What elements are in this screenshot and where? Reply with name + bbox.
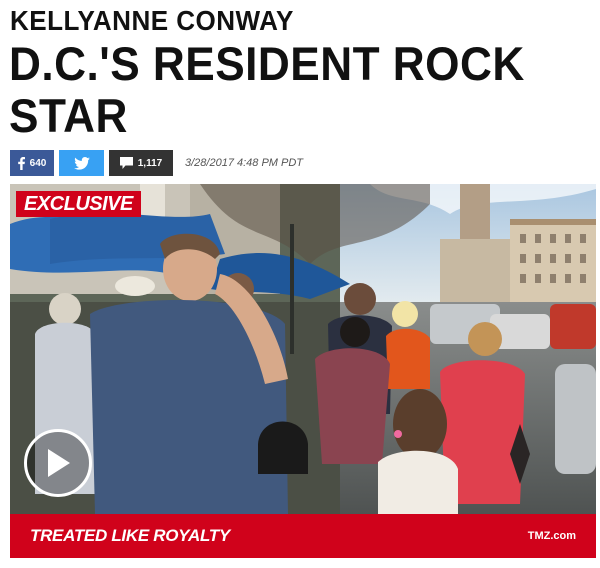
share-bar: 640 1,117 3/28/2017 4:48 PM PDT	[10, 150, 303, 176]
article-headline: D.C.'S RESIDENT ROCK STAR	[9, 38, 599, 142]
video-source-label: TMZ.com	[527, 530, 576, 542]
exclusive-badge: EXCLUSIVE	[16, 191, 141, 217]
video-player[interactable]: EXCLUSIVE TREATED LIKE ROYALTY TMZ.com	[10, 184, 596, 558]
comments-button[interactable]: 1,117	[109, 150, 173, 176]
video-thumbnail	[10, 184, 596, 514]
video-caption: TREATED LIKE ROYALTY	[30, 526, 230, 545]
video-caption-bar: TREATED LIKE ROYALTY TMZ.com	[10, 514, 596, 558]
twitter-icon	[73, 156, 90, 170]
facebook-share-button[interactable]: 640	[10, 150, 54, 176]
publish-timestamp: 3/28/2017 4:48 PM PDT	[185, 157, 304, 169]
article-kicker: KELLYANNE CONWAY	[10, 5, 294, 36]
headline-line-2: STAR	[9, 89, 128, 142]
play-icon	[48, 449, 70, 477]
facebook-icon	[17, 156, 25, 170]
facebook-share-count: 640	[29, 157, 47, 169]
comment-icon	[119, 157, 133, 169]
comments-count: 1,117	[137, 157, 163, 169]
twitter-share-button[interactable]	[59, 150, 104, 176]
play-button[interactable]	[24, 429, 92, 497]
headline-line-1: D.C.'S RESIDENT ROCK	[9, 37, 525, 90]
